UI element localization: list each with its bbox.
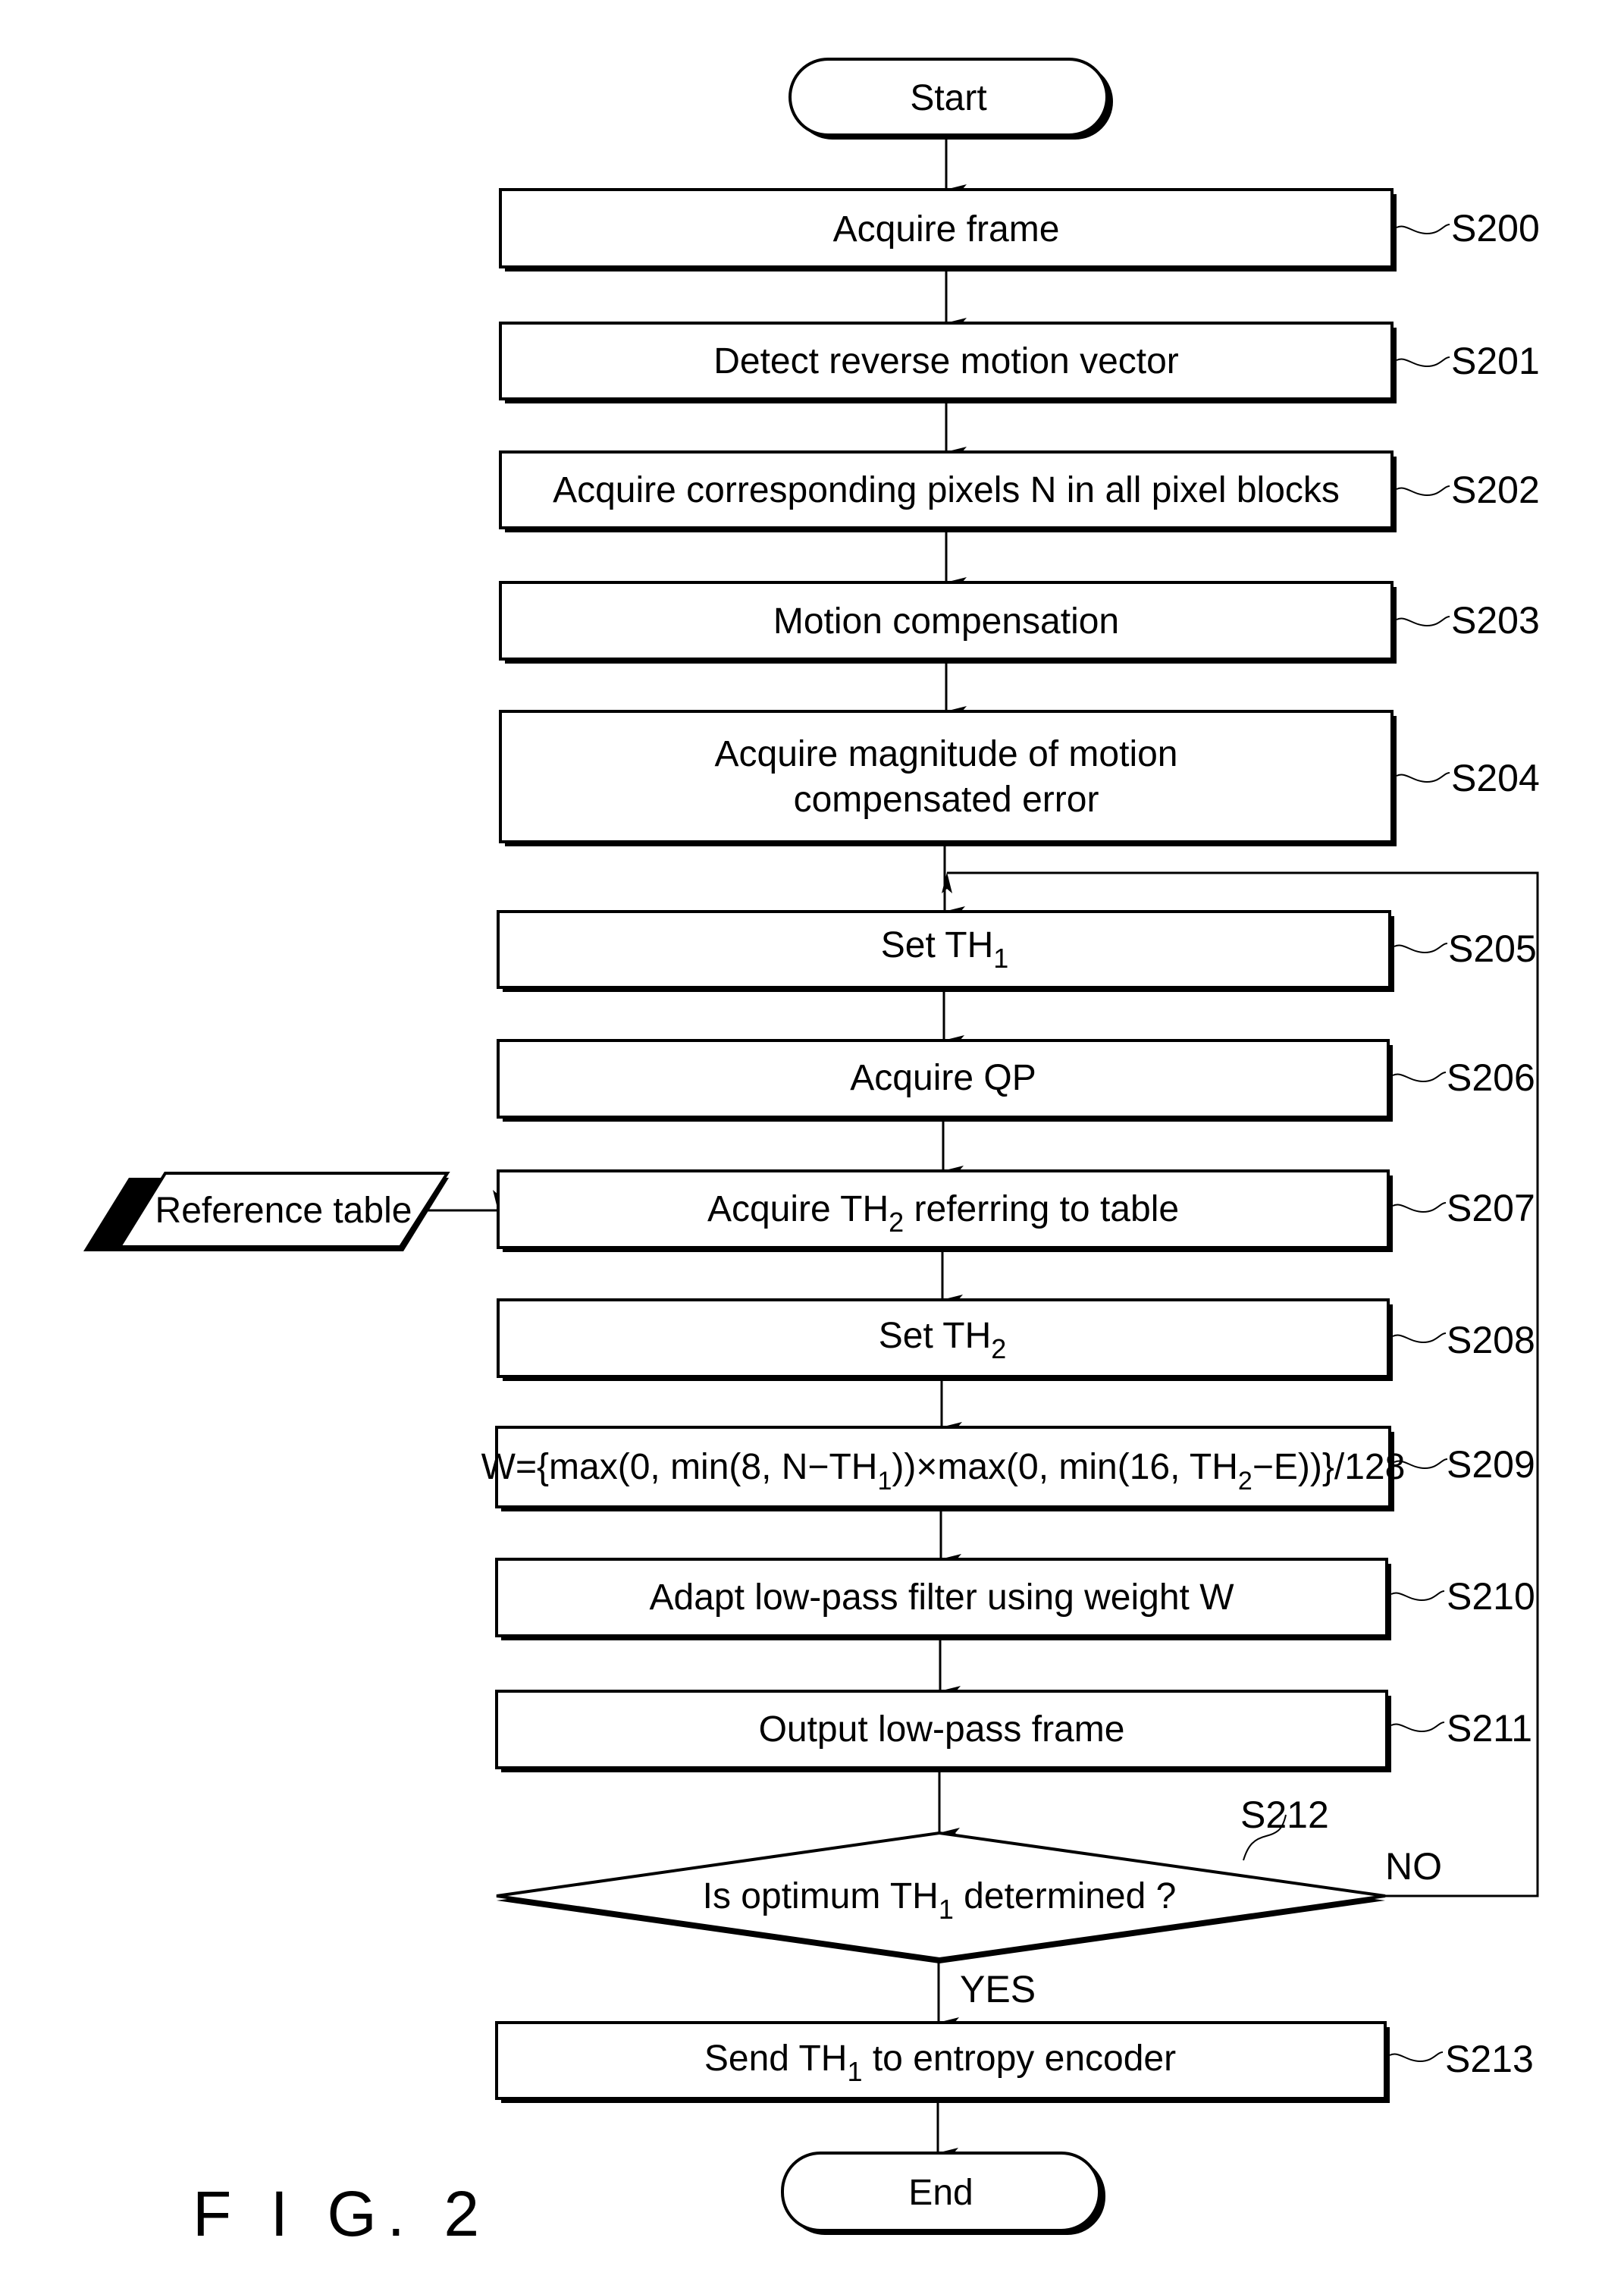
step-s201: Detect reverse motion vector S201: [499, 322, 1540, 403]
reference-table-label: Reference table: [155, 1191, 412, 1231]
decision-s212: Is optimum TH1 determined ? S212 NO YES: [496, 1794, 1442, 2010]
leader-s205: [1394, 943, 1448, 954]
step-s210: Adapt low-pass filter using weight W S21…: [495, 1558, 1535, 1640]
step-s206-text: Acquire QP: [850, 1058, 1036, 1098]
start-label: Start: [910, 78, 986, 118]
step-s201-text: Detect reverse motion vector: [713, 341, 1179, 381]
step-s206: Acquire QP S206: [497, 1039, 1535, 1122]
leader-s201: [1396, 356, 1450, 368]
leader-s208: [1392, 1332, 1447, 1344]
step-s203-text: Motion compensation: [773, 601, 1119, 642]
leader-s213: [1389, 2051, 1444, 2063]
leader-s206: [1392, 1072, 1447, 1083]
step-s202: Acquire corresponding pixels N in all pi…: [499, 450, 1540, 532]
step-id-s201: S201: [1451, 340, 1540, 382]
leader-s200: [1396, 224, 1450, 235]
leader-s202: [1396, 485, 1450, 497]
step-s208: Set TH2 S208: [497, 1298, 1535, 1381]
leader-s203: [1396, 616, 1450, 627]
figure-caption: F I G. 2: [193, 2178, 490, 2249]
step-id-s202: S202: [1451, 469, 1540, 511]
step-s211: Output low-pass frame S211: [495, 1690, 1532, 1772]
step-id-s211: S211: [1447, 1707, 1532, 1750]
leader-s204: [1396, 772, 1450, 783]
step-id-s205: S205: [1448, 927, 1537, 970]
step-s211-text: Output low-pass frame: [759, 1709, 1125, 1750]
step-s209: W={max(0, min(8, N−TH1))×max(0, min(16, …: [481, 1426, 1535, 1511]
leader-s207: [1392, 1202, 1447, 1213]
step-s213: Send TH1 to entropy encoder S213: [495, 2021, 1534, 2103]
step-id-s208: S208: [1447, 1319, 1535, 1361]
step-id-s209: S209: [1447, 1443, 1535, 1486]
step-s204-text-line1: Acquire magnitude of motion: [714, 734, 1177, 774]
step-id-s200: S200: [1451, 207, 1540, 250]
input-reference-table: Reference table: [83, 1172, 450, 1251]
step-s200: Acquire frame S200: [499, 188, 1540, 272]
step-id-s213: S213: [1445, 2038, 1534, 2080]
step-id-s206: S206: [1447, 1056, 1535, 1099]
flowchart-canvas: Start Acquire frame S200 Detect reverse …: [83, 58, 1540, 2249]
step-id-s203: S203: [1451, 599, 1540, 642]
decision-no-label: NO: [1385, 1845, 1442, 1888]
start-terminal: Start: [788, 58, 1113, 140]
end-label: End: [908, 2173, 973, 2213]
step-s204-text-line2: compensated error: [794, 780, 1099, 820]
decision-yes-label: YES: [960, 1968, 1036, 2010]
step-id-s204: S204: [1451, 757, 1540, 799]
step-s202-text: Acquire corresponding pixels N in all pi…: [553, 470, 1340, 510]
step-id-s210: S210: [1447, 1575, 1535, 1618]
leader-s211: [1390, 1722, 1445, 1733]
step-id-s207: S207: [1447, 1187, 1535, 1229]
step-s200-text: Acquire frame: [833, 209, 1060, 250]
step-s207: Acquire TH2 referring to table S207: [497, 1169, 1535, 1252]
step-s210-text: Adapt low-pass filter using weight W: [650, 1577, 1235, 1618]
leader-s210: [1390, 1590, 1445, 1602]
end-terminal: End: [781, 2152, 1105, 2235]
step-s205: Set TH1 S205: [497, 910, 1537, 992]
step-s203: Motion compensation S203: [499, 581, 1540, 664]
step-id-s212: S212: [1240, 1794, 1329, 1836]
step-s204: Acquire magnitude of motion compensated …: [499, 710, 1540, 846]
